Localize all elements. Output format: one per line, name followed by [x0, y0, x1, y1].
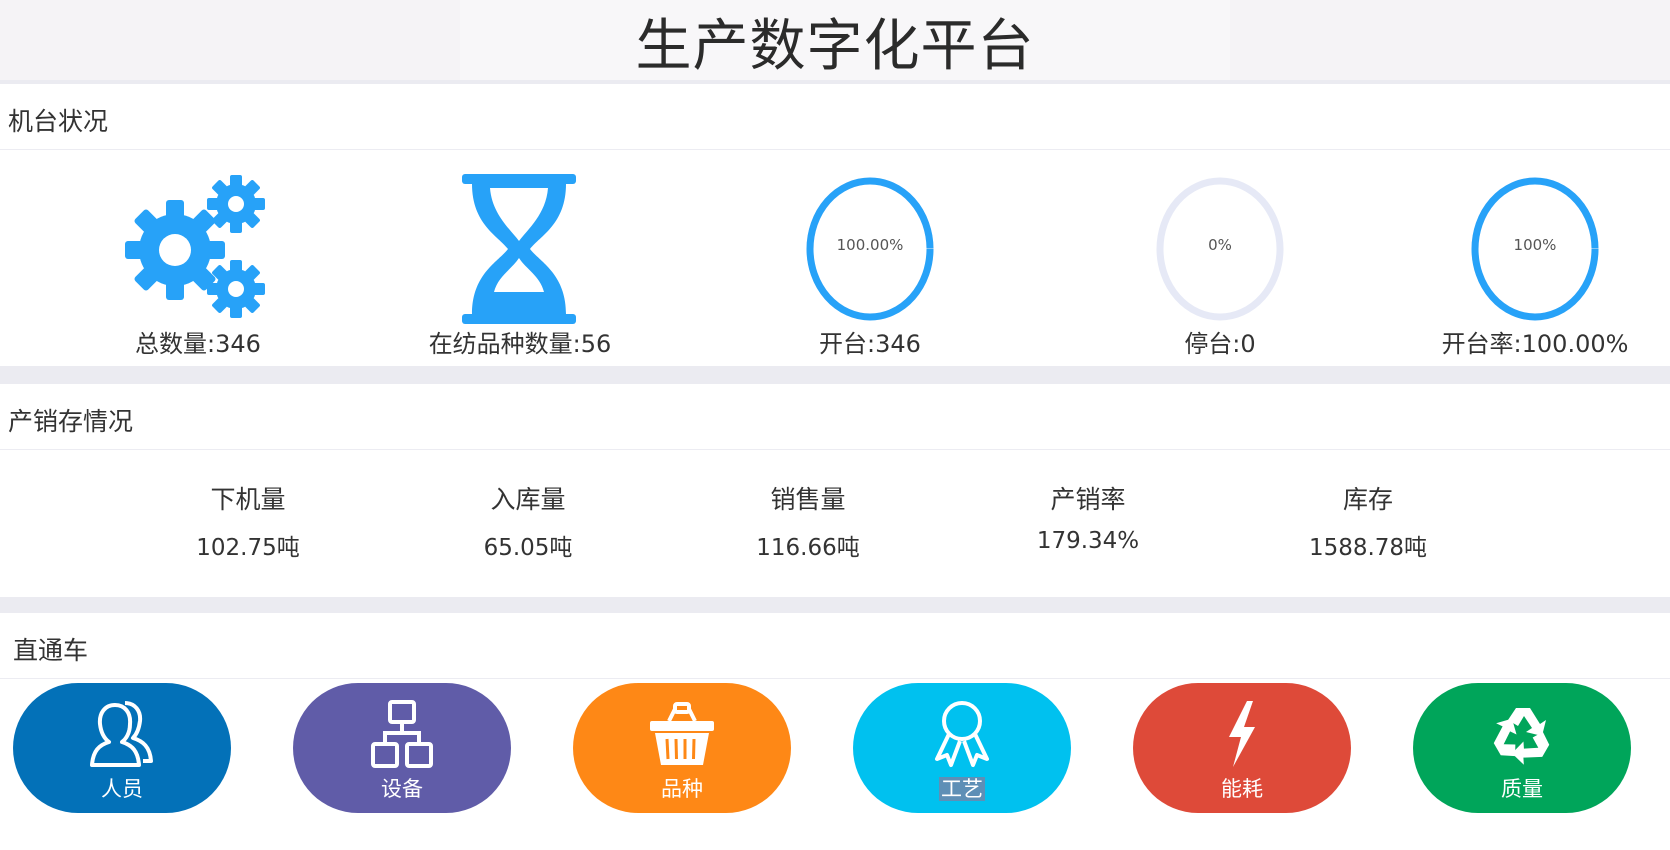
stat-value: 65.05吨	[483, 535, 573, 561]
stat-value: 116.66吨	[756, 535, 860, 561]
express-button-equipment[interactable]: 设备	[293, 683, 511, 813]
stat-label: 产销率	[1050, 485, 1126, 514]
stat-value: 102.75吨	[196, 535, 300, 561]
lightning-icon	[1229, 701, 1255, 767]
network-icon	[371, 700, 433, 768]
variety-count-label: 在纺品种数量:56	[428, 330, 612, 358]
express-button-label: 人员	[101, 777, 143, 801]
recycle-icon	[1493, 708, 1550, 765]
express-button-label: 能耗	[1221, 777, 1263, 801]
stat-label: 销售量	[770, 485, 846, 514]
running-rate-item[interactable]: 100% 开台率:100.00%	[1385, 174, 1670, 374]
header: 生产数字化平台	[0, 0, 1670, 80]
sales-panel: 产销存情况 下机量 102.75吨 入库量 65.05吨 销售量 116.66吨…	[0, 384, 1670, 597]
stat-label: 库存	[1342, 485, 1393, 514]
express-button-label: 工艺	[939, 777, 985, 801]
stat-value: 1588.78吨	[1308, 535, 1428, 561]
express-button-label: 品种	[661, 777, 703, 801]
stat-value: 179.34%	[1036, 528, 1140, 554]
total-count-item[interactable]: 总数量:346	[48, 174, 348, 374]
total-count-label: 总数量:346	[135, 330, 261, 358]
gears-icon	[125, 175, 265, 318]
running-count-label: 开台:346	[819, 330, 921, 358]
express-button-personnel[interactable]: 人员	[13, 683, 231, 813]
stat-offline: 下机量 102.75吨	[148, 480, 348, 562]
express-title: 直通车	[0, 613, 1670, 679]
stat-label: 入库量	[490, 485, 566, 514]
stat-ratio: 产销率 179.34%	[988, 480, 1188, 554]
stat-label: 下机量	[210, 485, 286, 514]
machine-status-title: 机台状况	[0, 84, 1670, 150]
stopped-ring-text: 0%	[1208, 236, 1232, 254]
stopped-count-item[interactable]: 0% 停台:0	[1070, 174, 1370, 374]
person-icon	[90, 701, 153, 767]
express-button-quality[interactable]: 质量	[1413, 683, 1631, 813]
stat-warehousing: 入库量 65.05吨	[428, 480, 628, 562]
stopped-count-label: 停台:0	[1184, 330, 1256, 358]
stat-sales: 销售量 116.66吨	[708, 480, 908, 562]
variety-count-item[interactable]: 在纺品种数量:56	[370, 174, 670, 374]
page-title: 生产数字化平台	[635, 14, 1035, 79]
sales-title: 产销存情况	[0, 384, 1670, 450]
running-rate-label: 开台率:100.00%	[1441, 330, 1629, 358]
express-button-energy[interactable]: 能耗	[1133, 683, 1351, 813]
express-button-variety[interactable]: 品种	[573, 683, 791, 813]
express-button-label: 质量	[1501, 777, 1543, 801]
stat-inventory: 库存 1588.78吨	[1268, 480, 1468, 562]
hourglass-icon	[462, 174, 576, 324]
express-button-process[interactable]: 工艺	[853, 683, 1071, 813]
award-icon	[935, 701, 989, 767]
basket-icon	[650, 702, 714, 765]
machine-status-panel: 机台状况 总数量:346 在纺品种数量:56 100.00% 开台:346 0%…	[0, 84, 1670, 366]
running-count-item[interactable]: 100.00% 开台:346	[720, 174, 1020, 374]
running-ring-text: 100.00%	[836, 236, 904, 254]
running-rate-ring-text: 100%	[1513, 236, 1557, 254]
express-button-label: 设备	[381, 777, 423, 801]
